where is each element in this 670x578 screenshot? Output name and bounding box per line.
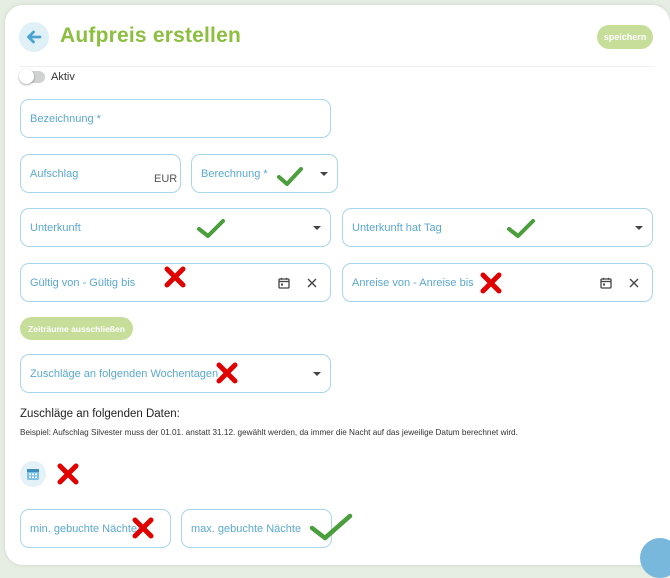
berechnung-label: Berechnung [201, 167, 261, 180]
unterkunft-tag-select[interactable]: Unterkunft hat Tag [342, 208, 653, 247]
checkmark-icon [277, 167, 303, 186]
bezeichnung-field[interactable]: Bezeichnung * [20, 99, 331, 138]
checkmark-icon [197, 219, 225, 238]
gueltig-label: Gültig von - Gültig bis [30, 276, 136, 289]
close-icon[interactable] [628, 277, 640, 289]
chevron-down-icon [313, 372, 321, 376]
exclude-periods-button[interactable]: Zeiträume ausschließen [20, 317, 133, 340]
aufschlag-label: Aufschlag [30, 167, 79, 180]
calendar-icon[interactable] [600, 277, 612, 289]
arrow-left-icon [27, 30, 42, 44]
required-mark: * [263, 167, 268, 180]
chevron-down-icon [320, 172, 328, 176]
save-button[interactable]: speichern [597, 25, 653, 49]
header-divider [20, 66, 654, 67]
currency-unit: EUR [154, 173, 178, 185]
dates-section-title: Zuschläge an folgenden Daten: [20, 408, 180, 420]
cross-icon [132, 517, 154, 539]
chevron-down-icon [313, 226, 321, 230]
close-icon[interactable] [306, 277, 318, 289]
checkmark-icon [309, 513, 353, 541]
active-toggle[interactable] [19, 69, 45, 84]
add-date-button[interactable] [20, 461, 46, 487]
unterkunft-label: Unterkunft [30, 221, 81, 234]
bezeichnung-label: Bezeichnung [30, 112, 94, 125]
wochentage-select[interactable]: Zuschläge an folgenden Wochentagen [20, 354, 331, 393]
toggle-knob [19, 69, 34, 84]
cross-icon [216, 362, 238, 384]
berechnung-select[interactable]: Berechnung * [191, 154, 338, 193]
min-naechte-label: min. gebuchte Nächte [30, 522, 138, 535]
help-bubble[interactable] [640, 538, 670, 578]
dates-hint: Beispiel: Aufschlag Silvester muss der 0… [20, 428, 518, 437]
anreise-label: Anreise von - Anreise bis [352, 276, 474, 289]
cross-icon [57, 463, 79, 485]
active-toggle-label: Aktiv [51, 71, 75, 83]
max-naechte-label: max. gebuchte Nächte [191, 522, 302, 535]
cross-icon [480, 272, 502, 294]
back-button[interactable] [19, 22, 49, 52]
unterkunft-select[interactable]: Unterkunft [20, 208, 331, 247]
calendar-icon[interactable] [278, 277, 290, 289]
required-mark: * [96, 112, 101, 125]
chevron-down-icon [635, 226, 643, 230]
checkmark-icon [507, 219, 535, 238]
calendar-icon [27, 469, 39, 480]
unterkunft-tag-label: Unterkunft hat Tag [352, 221, 442, 234]
wochentage-label: Zuschläge an folgenden Wochentagen [30, 367, 219, 380]
aufschlag-field[interactable]: Aufschlag EUR [20, 154, 181, 193]
cross-icon [164, 266, 186, 288]
page-title: Aufpreis erstellen [60, 24, 241, 47]
